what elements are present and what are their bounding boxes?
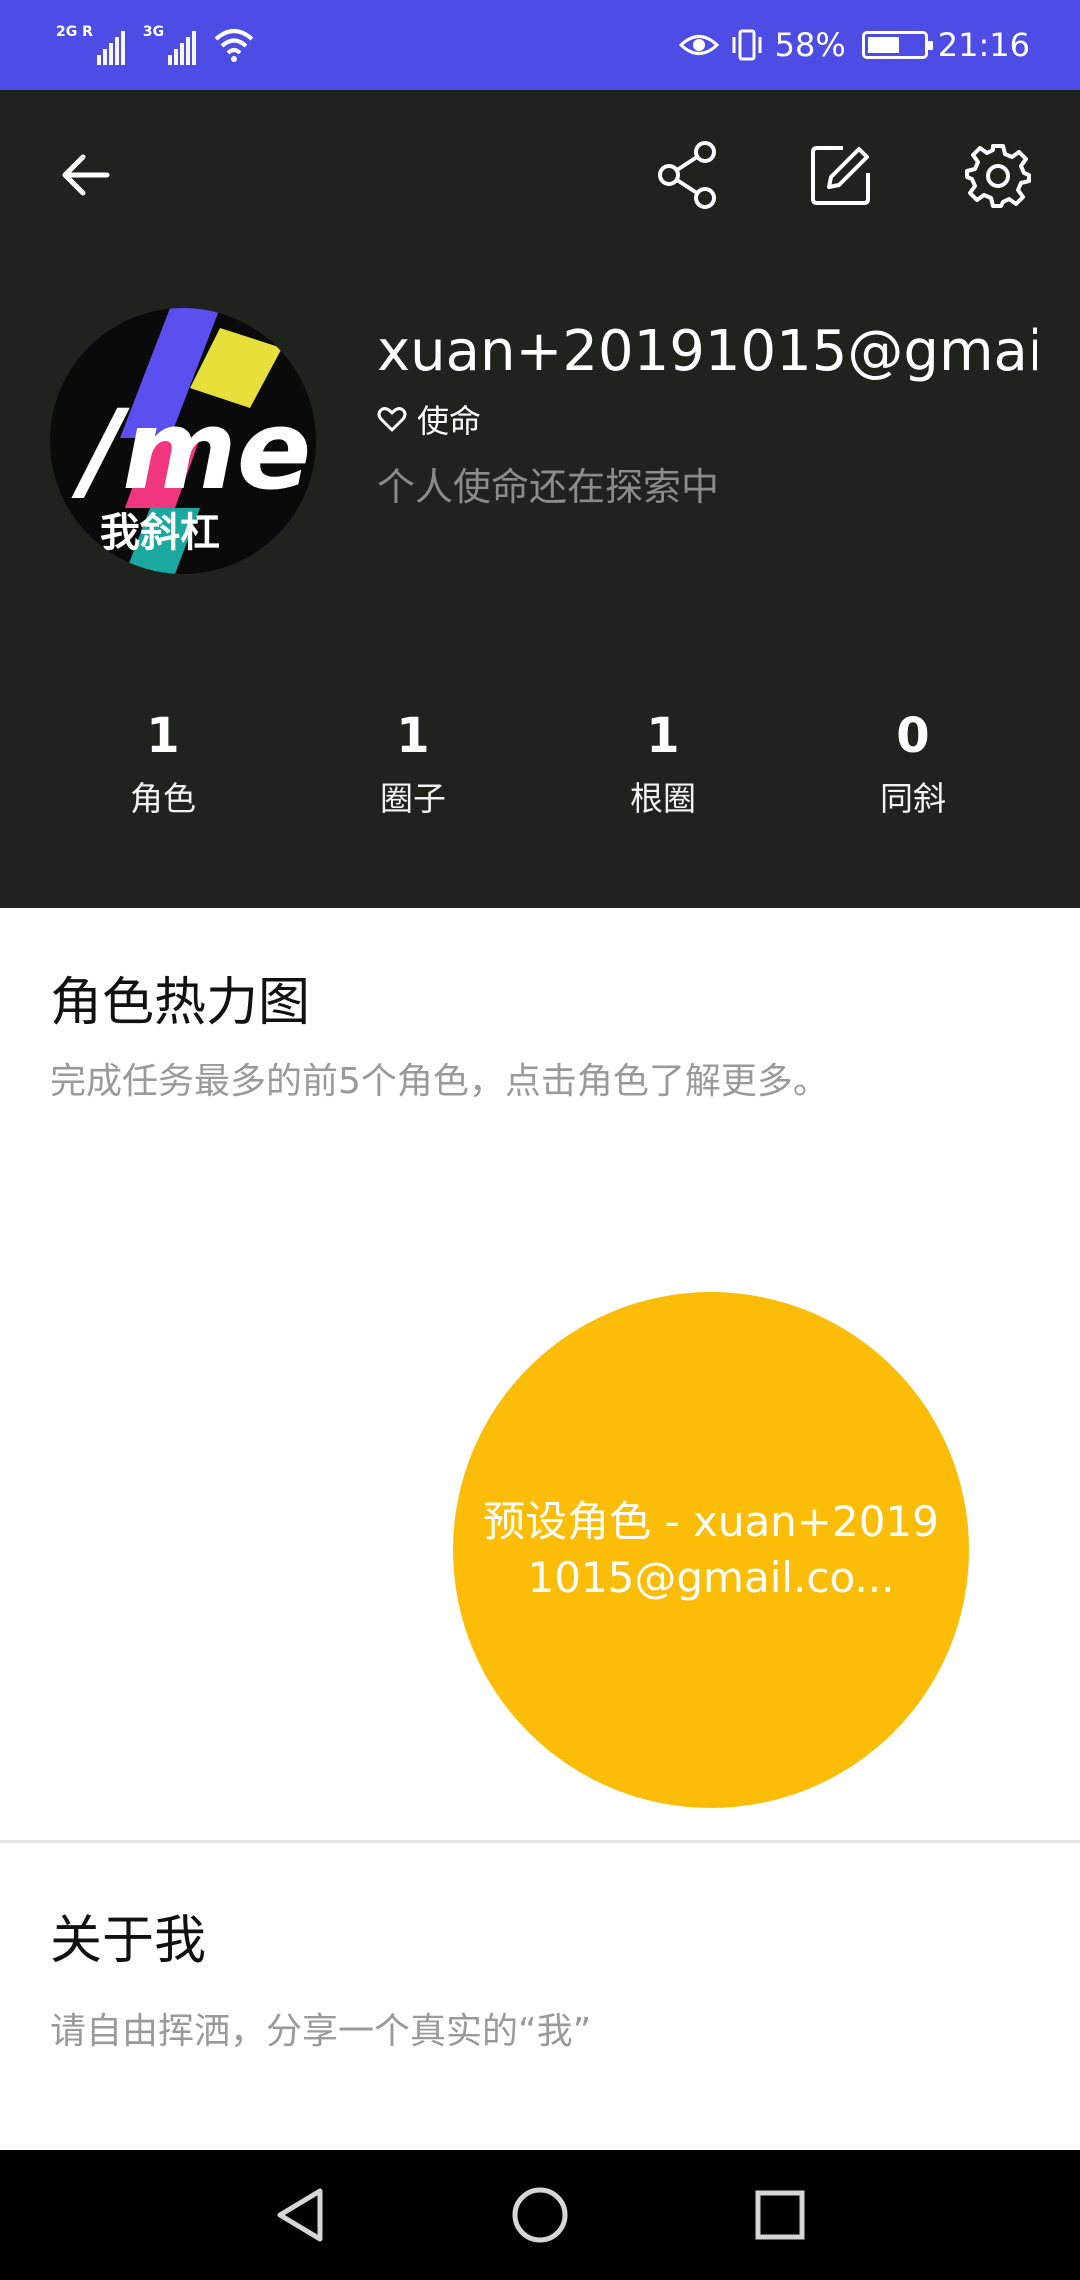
stat-value: 0 [896, 708, 930, 764]
stats-row: 1 角色 1 圈子 1 根圈 0 同斜 [0, 708, 1080, 820]
triangle-back-icon [277, 2188, 323, 2242]
me-logo-image: /me 我斜杠 [71, 308, 311, 574]
role-bubble[interactable]: 预设角色 - xuan+20191015@gmail.co... [453, 1292, 969, 1808]
avatar[interactable]: /me 我斜杠 [50, 308, 316, 574]
heatmap-description: 完成任务最多的前5个角色，点击角色了解更多。 [50, 1061, 829, 1102]
mission-label: 使命 [417, 402, 482, 440]
stat-label: 同斜 [880, 779, 946, 818]
svg-text:/me: /me [71, 386, 311, 514]
edit-icon [811, 146, 870, 205]
edit-profile-button[interactable] [796, 130, 886, 220]
nav-back-button[interactable] [255, 2170, 345, 2260]
arrow-left-icon [62, 154, 110, 196]
stat-label: 角色 [130, 779, 196, 818]
svg-text:我斜杠: 我斜杠 [100, 510, 220, 556]
profile-info: xuan+20191015@gmail 使命 个人使命还在探索中 [377, 318, 1037, 511]
sim2-label: 3G [142, 24, 165, 40]
status-bar: 2G R 3G 58% 21:16 [0, 0, 1080, 90]
battery-fill [867, 37, 900, 53]
circle-home-icon [512, 2187, 568, 2243]
back-button[interactable] [40, 130, 130, 220]
nav-recents-button[interactable] [735, 2170, 825, 2260]
username: xuan+20191015@gmail [377, 319, 1037, 384]
sim1-label: 2G R [56, 24, 93, 40]
sim1-signal-icon: 2G R [56, 25, 125, 65]
heatmap-title: 角色热力图 [50, 973, 311, 1033]
system-nav-bar [0, 2150, 1080, 2280]
status-right-group: 58% 21:16 [678, 22, 1030, 68]
stat-value: 1 [396, 708, 430, 764]
share-icon [658, 141, 716, 209]
about-title: 关于我 [50, 1911, 207, 1971]
signal-indicators: 2G R 3G [56, 22, 254, 68]
vibrate-icon [732, 29, 762, 61]
stat-label: 根圈 [630, 779, 696, 818]
battery-percent: 58% [774, 26, 846, 64]
share-button[interactable] [643, 130, 733, 220]
stat-peers[interactable]: 0 同斜 [788, 708, 1038, 820]
eye-icon [678, 35, 719, 55]
clock: 21:16 [937, 26, 1030, 64]
stat-label: 圈子 [380, 779, 446, 818]
stat-roles[interactable]: 1 角色 [38, 708, 288, 820]
stat-root-circles[interactable]: 1 根圈 [538, 708, 788, 820]
section-divider [0, 1840, 1080, 1843]
square-recents-icon [755, 2190, 805, 2240]
gear-icon [965, 144, 1031, 208]
profile-header: /me 我斜杠 xuan+20191015@gmail 使命 个人使命还在探索中… [0, 90, 1080, 908]
stat-circles[interactable]: 1 圈子 [288, 708, 538, 820]
sim2-signal-icon: 3G [142, 24, 197, 65]
mission-label-row: 使命 [377, 396, 1037, 442]
mission-text: 个人使命还在探索中 [377, 465, 720, 509]
heart-icon [377, 407, 407, 432]
wifi-icon [214, 29, 254, 62]
stat-value: 1 [646, 708, 680, 764]
about-description[interactable]: 请自由挥洒，分享一个真实的“我” [50, 2002, 591, 2054]
role-bubble-label: 预设角色 - xuan+20191015@gmail.co... [483, 1497, 939, 1602]
battery-icon [861, 31, 933, 59]
stat-value: 1 [146, 708, 180, 764]
nav-home-button[interactable] [495, 2170, 585, 2260]
settings-button[interactable] [953, 130, 1043, 220]
